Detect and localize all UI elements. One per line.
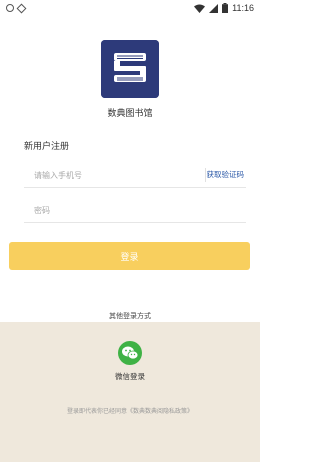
phone-input[interactable] xyxy=(34,168,184,182)
password-field xyxy=(24,195,246,223)
privacy-policy-link[interactable]: 《数典数典阅隐私政策》 xyxy=(127,408,193,415)
get-code-button[interactable]: 获取验证码 xyxy=(207,169,245,180)
login-button[interactable]: 登录 xyxy=(9,242,250,270)
battery-icon xyxy=(222,3,229,13)
status-left-icons xyxy=(6,3,27,13)
agreement-text: 登录即代表你已经同意《数典数典阅隐私政策》 xyxy=(0,406,260,415)
wechat-icon xyxy=(122,346,138,360)
circle-icon xyxy=(6,4,14,12)
section-title: 新用户注册 xyxy=(24,142,70,152)
signal-icon xyxy=(209,3,219,13)
other-login-title: 其他登录方式 xyxy=(109,312,151,320)
app-logo xyxy=(101,40,159,98)
wechat-login-label: 微信登录 xyxy=(115,372,145,381)
status-right-icons: 11:16 xyxy=(194,3,254,13)
status-bar: 11:16 xyxy=(0,0,260,16)
diamond-icon xyxy=(16,3,27,13)
agreement-prefix: 登录即代表你已经同意 xyxy=(66,408,127,415)
phone-field: 获取验证码 xyxy=(24,160,246,188)
wechat-login-button[interactable] xyxy=(118,341,142,365)
password-input[interactable] xyxy=(34,203,184,217)
wifi-icon xyxy=(194,4,206,13)
app-name: 数典图书馆 xyxy=(107,109,153,119)
book-logo-icon xyxy=(101,40,159,98)
status-time: 11:16 xyxy=(232,3,254,13)
